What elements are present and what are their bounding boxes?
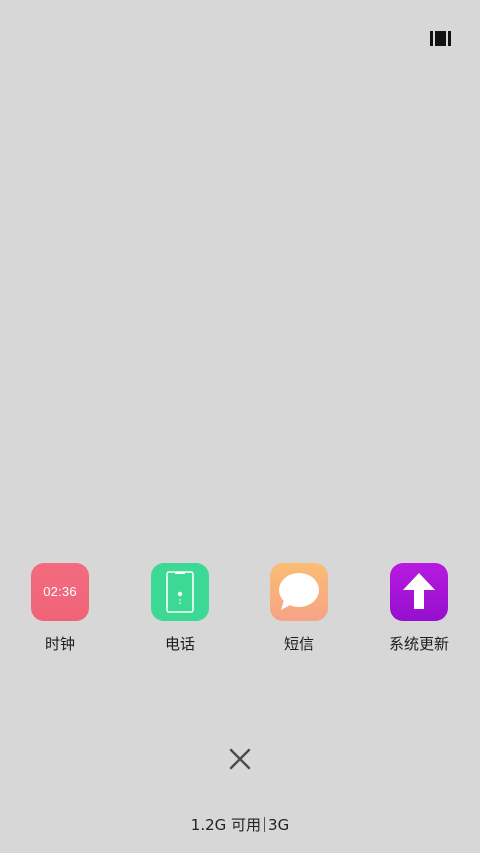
close-icon — [229, 748, 251, 770]
recents-view-icon[interactable] — [430, 31, 451, 46]
phone-icon — [151, 563, 209, 621]
memory-divider — [264, 817, 266, 832]
system-update-icon — [390, 563, 448, 621]
memory-status: 1.2G 可用 3G — [0, 815, 480, 835]
message-icon — [270, 563, 328, 621]
memory-total: 3G — [268, 816, 290, 834]
clock-icon-time: 02:36 — [43, 584, 77, 599]
app-label-clock: 时钟 — [44, 635, 75, 653]
app-label-messages: 短信 — [283, 635, 314, 653]
app-phone[interactable]: 电话 — [132, 563, 228, 653]
app-clock[interactable]: 02:36 时钟 — [12, 563, 108, 653]
app-label-system-update: 系统更新 — [388, 635, 449, 653]
app-system-update[interactable]: 系统更新 — [371, 563, 467, 653]
memory-available: 1.2G 可用 — [190, 816, 262, 834]
close-all-button[interactable] — [226, 745, 254, 773]
clock-icon: 02:36 — [31, 563, 89, 621]
app-messages[interactable]: 短信 — [251, 563, 347, 653]
app-label-phone: 电话 — [164, 635, 195, 653]
